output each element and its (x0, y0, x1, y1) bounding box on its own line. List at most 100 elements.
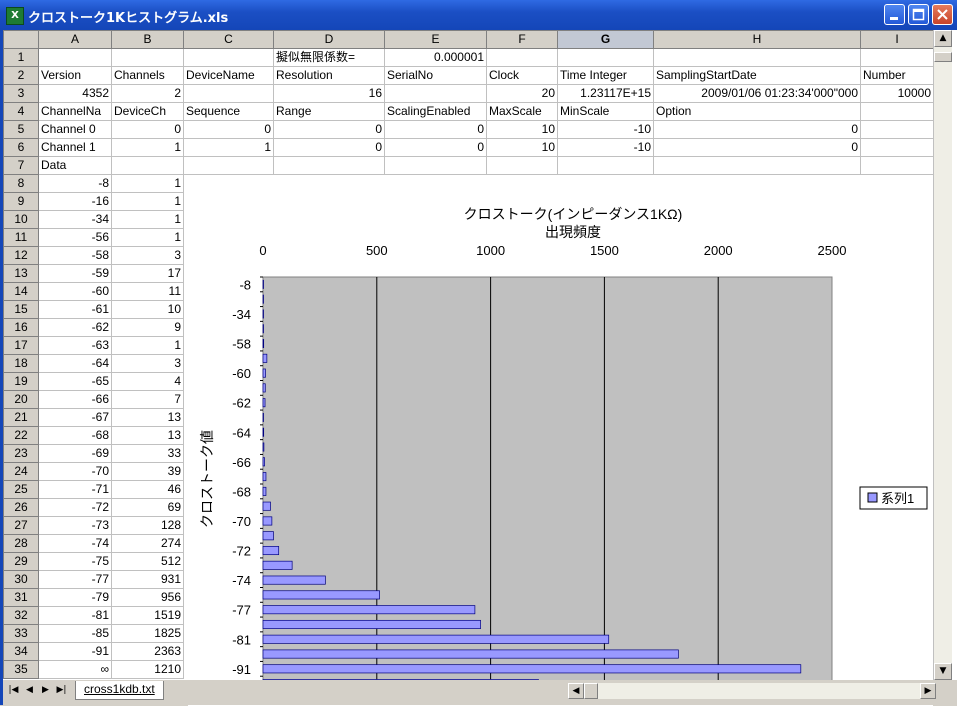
cell-b16[interactable]: 9 (111, 318, 184, 337)
cell-e7[interactable] (384, 156, 487, 175)
cell-h7[interactable] (653, 156, 861, 175)
cell-e3[interactable] (384, 84, 487, 103)
cell-f2[interactable]: Clock (486, 66, 558, 85)
cell-g6[interactable]: -10 (557, 138, 654, 157)
cell-h4[interactable]: Option (653, 102, 861, 121)
cell-a3[interactable]: 4352 (38, 84, 112, 103)
cell-a22[interactable]: -68 (38, 426, 112, 445)
cell-a4[interactable]: ChannelNa (38, 102, 112, 121)
sheet-tab-cross1kdb[interactable]: cross1kdb.txt (75, 681, 164, 700)
column-header-e[interactable]: E (384, 30, 487, 49)
excel-app-icon[interactable]: X (6, 7, 24, 25)
cell-h3[interactable]: 2009/01/06 01:23:34'000"000 (653, 84, 861, 103)
cell-b20[interactable]: 7 (111, 390, 184, 409)
cell-g7[interactable] (557, 156, 654, 175)
column-header-g[interactable]: G (557, 30, 654, 49)
cell-i5[interactable] (860, 120, 934, 139)
row-header[interactable]: 6 (3, 138, 39, 157)
cell-e5[interactable]: 0 (384, 120, 487, 139)
cell-a9[interactable]: -16 (38, 192, 112, 211)
last-sheet-icon[interactable]: ▶| (55, 684, 68, 697)
first-sheet-icon[interactable]: |◀ (7, 684, 20, 697)
cell-b13[interactable]: 17 (111, 264, 184, 283)
cell-a35[interactable]: ∞ (38, 660, 112, 679)
row-header[interactable]: 18 (3, 354, 39, 373)
row-header[interactable]: 14 (3, 282, 39, 301)
cell-b1[interactable] (111, 48, 184, 67)
row-header[interactable]: 33 (3, 624, 39, 643)
cell-b30[interactable]: 931 (111, 570, 184, 589)
cell-e6[interactable]: 0 (384, 138, 487, 157)
cell-b23[interactable]: 33 (111, 444, 184, 463)
cell-b5[interactable]: 0 (111, 120, 184, 139)
cell-b33[interactable]: 1825 (111, 624, 184, 643)
cell-b28[interactable]: 274 (111, 534, 184, 553)
row-header[interactable]: 7 (3, 156, 39, 175)
row-header[interactable]: 13 (3, 264, 39, 283)
cell-b3[interactable]: 2 (111, 84, 184, 103)
row-header[interactable]: 27 (3, 516, 39, 535)
horizontal-scrollbar[interactable]: ◀ ▶ (568, 683, 936, 699)
cell-b11[interactable]: 1 (111, 228, 184, 247)
row-header[interactable]: 12 (3, 246, 39, 265)
cell-b32[interactable]: 1519 (111, 606, 184, 625)
cell-b14[interactable]: 11 (111, 282, 184, 301)
row-header[interactable]: 26 (3, 498, 39, 517)
select-all-corner[interactable] (3, 30, 39, 49)
scroll-down-button[interactable]: ▼ (934, 663, 952, 680)
cell-a24[interactable]: -70 (38, 462, 112, 481)
cell-a26[interactable]: -72 (38, 498, 112, 517)
maximize-button[interactable] (908, 4, 929, 25)
cell-e1[interactable]: 0.000001 (384, 48, 487, 67)
cell-i1[interactable] (860, 48, 934, 67)
row-header[interactable]: 32 (3, 606, 39, 625)
cell-a5[interactable]: Channel 0 (38, 120, 112, 139)
cell-h1[interactable] (653, 48, 861, 67)
cell-a15[interactable]: -61 (38, 300, 112, 319)
cell-b22[interactable]: 13 (111, 426, 184, 445)
cell-a31[interactable]: -79 (38, 588, 112, 607)
cell-g4[interactable]: MinScale (557, 102, 654, 121)
vertical-scroll-thumb[interactable] (934, 52, 952, 62)
row-header[interactable]: 4 (3, 102, 39, 121)
cell-i4[interactable] (860, 102, 934, 121)
cell-a13[interactable]: -59 (38, 264, 112, 283)
row-header[interactable]: 8 (3, 174, 39, 193)
cell-d7[interactable] (273, 156, 385, 175)
cell-b6[interactable]: 1 (111, 138, 184, 157)
cell-a17[interactable]: -63 (38, 336, 112, 355)
column-header-i[interactable]: I (860, 30, 934, 49)
cell-h6[interactable]: 0 (653, 138, 861, 157)
cell-d5[interactable]: 0 (273, 120, 385, 139)
row-header[interactable]: 35 (3, 660, 39, 679)
cell-a33[interactable]: -85 (38, 624, 112, 643)
cell-i2[interactable]: Number (860, 66, 934, 85)
cell-b15[interactable]: 10 (111, 300, 184, 319)
cell-c7[interactable] (183, 156, 274, 175)
cell-f6[interactable]: 10 (486, 138, 558, 157)
cell-b12[interactable]: 3 (111, 246, 184, 265)
cell-a14[interactable]: -60 (38, 282, 112, 301)
cell-i6[interactable] (860, 138, 934, 157)
cell-b27[interactable]: 128 (111, 516, 184, 535)
cell-a12[interactable]: -58 (38, 246, 112, 265)
row-header[interactable]: 29 (3, 552, 39, 571)
cell-b2[interactable]: Channels (111, 66, 184, 85)
column-header-f[interactable]: F (486, 30, 558, 49)
row-header[interactable]: 15 (3, 300, 39, 319)
cell-c5[interactable]: 0 (183, 120, 274, 139)
cell-e4[interactable]: ScalingEnabled (384, 102, 487, 121)
row-header[interactable]: 17 (3, 336, 39, 355)
prev-sheet-icon[interactable]: ◀ (23, 684, 36, 697)
cell-a25[interactable]: -71 (38, 480, 112, 499)
scroll-left-button[interactable]: ◀ (568, 683, 584, 699)
cell-a10[interactable]: -34 (38, 210, 112, 229)
scroll-up-button[interactable]: ▲ (934, 30, 952, 47)
cell-c3[interactable] (183, 84, 274, 103)
cell-a32[interactable]: -81 (38, 606, 112, 625)
cell-g2[interactable]: Time Integer (557, 66, 654, 85)
row-header[interactable]: 11 (3, 228, 39, 247)
row-header[interactable]: 20 (3, 390, 39, 409)
minimize-button[interactable] (884, 4, 905, 25)
cell-b19[interactable]: 4 (111, 372, 184, 391)
